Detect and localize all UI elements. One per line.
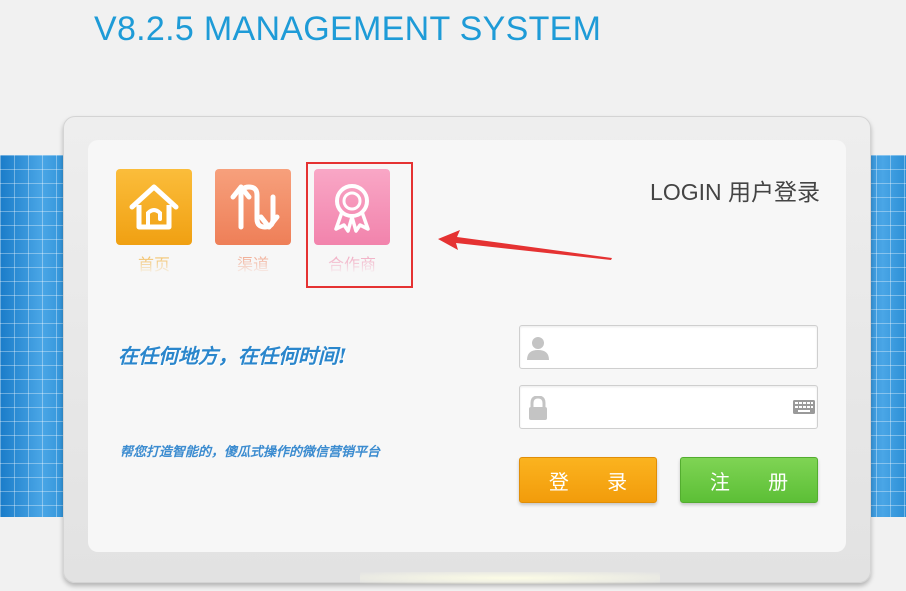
system-title: V8.2.5 MANAGEMENT SYSTEM: [94, 10, 602, 48]
username-input[interactable]: [556, 326, 788, 368]
tile-home-label: 首页: [137, 255, 170, 274]
left-decor-band: [0, 155, 70, 517]
username-field[interactable]: [519, 325, 818, 369]
tile-home[interactable]: 首页: [116, 169, 192, 277]
password-field[interactable]: [519, 385, 818, 429]
home-icon: [116, 169, 192, 245]
login-button[interactable]: 登 录: [519, 457, 657, 503]
highlight-annotation: [306, 162, 413, 288]
password-input[interactable]: [556, 386, 788, 428]
tile-channel[interactable]: 渠道: [215, 169, 291, 277]
panel-glow: [360, 572, 660, 584]
transfer-arrows-icon: [215, 169, 291, 245]
slogan-sub: 帮您打造智能的，傻瓜式操作的微信营销平台: [120, 445, 381, 460]
tile-channel-label: 渠道: [236, 255, 269, 274]
login-title: LOGIN 用户登录: [650, 179, 820, 205]
user-icon: [527, 337, 549, 360]
slogan-main: 在任何地方，在任何时间!: [118, 344, 347, 368]
register-button[interactable]: 注 册: [680, 457, 818, 503]
lock-icon: [529, 396, 547, 420]
keyboard-icon[interactable]: [793, 400, 815, 414]
arrow-annotation-icon: [438, 230, 612, 260]
